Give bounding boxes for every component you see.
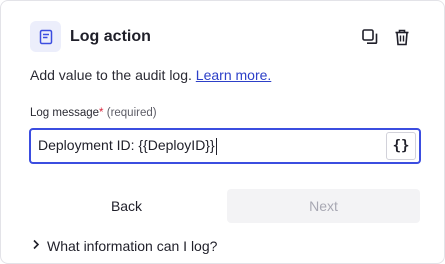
info-disclosure[interactable]: What information can I log?	[32, 237, 217, 255]
learn-more-link[interactable]: Learn more.	[196, 67, 271, 83]
log-message-field[interactable]: Deployment ID: {{DeployID}}	[31, 137, 386, 155]
log-action-panel: Log action Add value to the audit log. L…	[0, 0, 445, 264]
description-text: Add value to the audit log.	[30, 67, 192, 83]
required-marker: *	[99, 107, 104, 119]
required-hint: (required)	[106, 107, 157, 119]
header-actions	[360, 27, 412, 47]
panel-title: Log action	[70, 27, 151, 45]
back-button[interactable]: Back	[30, 189, 223, 223]
disclosure-label: What information can I log?	[47, 238, 218, 254]
trash-icon[interactable]	[392, 27, 412, 47]
text-caret	[215, 137, 217, 155]
insert-variable-button[interactable]: {}	[386, 132, 416, 160]
duplicate-icon[interactable]	[360, 27, 380, 47]
description: Add value to the audit log. Learn more.	[30, 67, 271, 83]
log-icon	[30, 21, 61, 52]
log-message-label: Log message* (required)	[30, 107, 157, 119]
field-label-text: Log message	[30, 107, 100, 119]
log-message-value: Deployment ID: {{DeployID}}	[38, 137, 215, 154]
next-button[interactable]: Next	[227, 189, 420, 223]
chevron-right-icon	[32, 237, 40, 255]
log-message-input[interactable]: Deployment ID: {{DeployID}} {}	[29, 128, 421, 164]
panel-header: Log action	[30, 21, 151, 52]
